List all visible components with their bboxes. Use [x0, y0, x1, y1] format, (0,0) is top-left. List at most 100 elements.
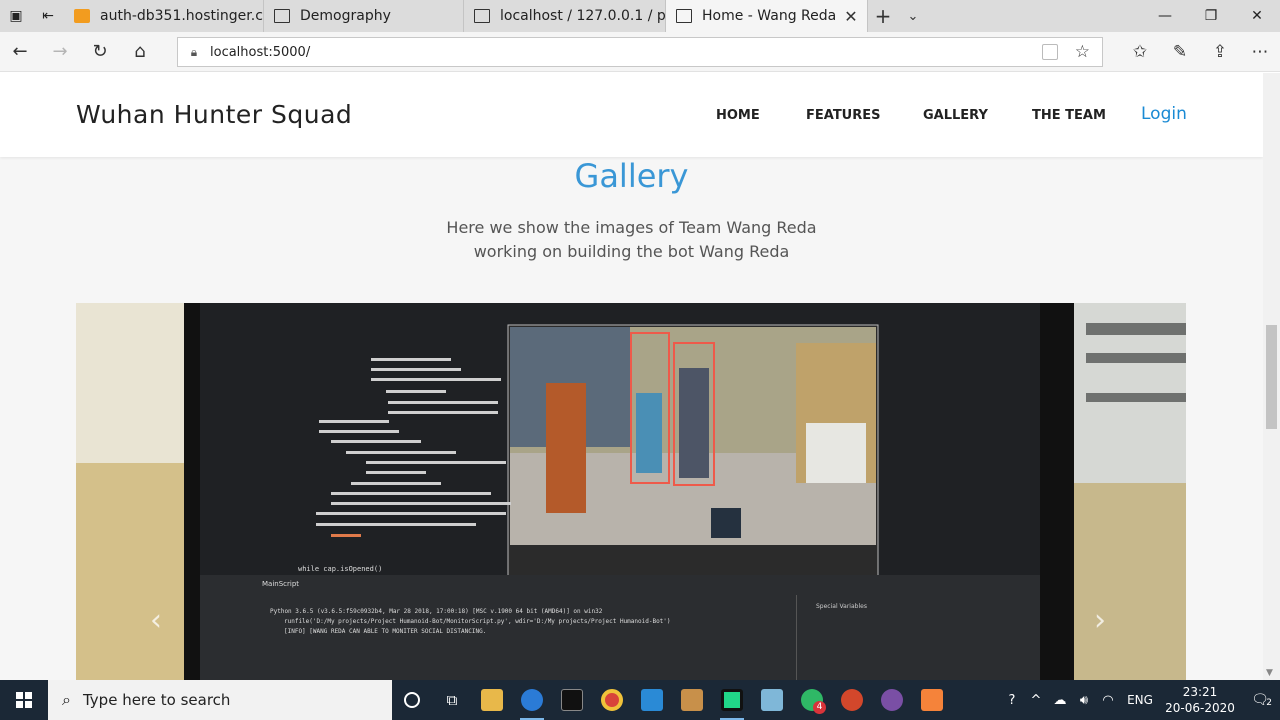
favorites-list-icon[interactable]: ✩ — [1120, 32, 1160, 72]
tab-phpmyadmin[interactable]: localhost / 127.0.0.1 / proje — [464, 0, 666, 32]
photo-person-striped — [679, 368, 709, 478]
new-tab-icon[interactable]: + — [868, 4, 898, 28]
forward-arrow-icon[interactable]: → — [40, 32, 80, 72]
photo-console-line: runfile('D:/My projects/Project Humanoid… — [284, 618, 671, 625]
terminal-icon[interactable] — [552, 680, 592, 720]
photo-code-line — [388, 401, 498, 404]
tab-actions-icon[interactable]: ▣ — [0, 0, 32, 32]
photo-code-line — [316, 523, 476, 526]
browser-right-tools: ✩ ✎ ⇪ ⋯ — [1120, 32, 1280, 72]
favorite-star-icon[interactable]: ☆ — [1075, 42, 1090, 62]
page-viewport: Wuhan Hunter Squad HOME FEATURES GALLERY… — [0, 73, 1280, 680]
photo-chair — [806, 423, 866, 483]
clock-time: 23:21 — [1182, 685, 1218, 699]
photo-console-tab: MainScript — [262, 580, 299, 588]
photo-code-line — [319, 420, 389, 423]
lock-icon[interactable]: 🔒︎ — [178, 45, 210, 60]
chrome-icon[interactable] — [592, 680, 632, 720]
site-header: Wuhan Hunter Squad HOME FEATURES GALLERY… — [0, 73, 1263, 157]
nav-gallery[interactable]: GALLERY — [923, 108, 988, 123]
show-hidden-icons-icon[interactable]: ^ — [1024, 693, 1048, 708]
file-explorer-icon[interactable] — [472, 680, 512, 720]
vscode-icon[interactable] — [632, 680, 672, 720]
package-icon[interactable] — [672, 680, 712, 720]
wifi-icon[interactable]: ◠ — [1096, 693, 1120, 708]
photo-code-line — [346, 451, 456, 454]
photo-code-line — [366, 471, 426, 474]
windows-taskbar: ⌕ Type here to search ⧉ 4 ? ^ ☁ 🔊︎ ◠ ENG… — [0, 680, 1280, 720]
share-icon[interactable]: ⇪ — [1200, 32, 1240, 72]
photo-code-line — [351, 482, 441, 485]
github-icon[interactable] — [872, 680, 912, 720]
restore-icon[interactable]: ❐ — [1188, 0, 1234, 32]
xampp-icon[interactable] — [912, 680, 952, 720]
clock-date: 20-06-2020 — [1165, 701, 1235, 715]
powerpoint-icon[interactable] — [832, 680, 872, 720]
tab-title: Demography — [300, 8, 391, 24]
photo-blind — [1086, 393, 1186, 402]
taskbar-search[interactable]: ⌕ Type here to search — [48, 680, 392, 720]
tab-demography[interactable]: Demography — [264, 0, 464, 32]
photo-console-line: Python 3.6.5 (v3.6.5:f59c0932b4, Mar 28 … — [270, 608, 603, 615]
notification-center-icon[interactable]: 🗨︎ 2 — [1240, 692, 1280, 708]
carousel-next-icon[interactable]: › — [1094, 603, 1106, 638]
close-tab-icon[interactable]: ✕ — [836, 7, 857, 26]
page-icon — [474, 9, 490, 23]
chevron-down-icon[interactable]: ⌄ — [898, 9, 928, 24]
photo-blind — [1086, 323, 1186, 335]
onedrive-icon[interactable]: ☁ — [1048, 693, 1072, 708]
photo-code-line — [388, 411, 498, 414]
photo-code-line — [371, 368, 461, 371]
start-button[interactable] — [0, 680, 48, 720]
page-scrollbar[interactable]: ▼ — [1263, 73, 1280, 680]
reading-view-icon[interactable] — [1042, 44, 1058, 60]
notes-icon[interactable] — [752, 680, 792, 720]
login-link[interactable]: Login — [1141, 104, 1187, 124]
more-options-icon[interactable]: ⋯ — [1240, 32, 1280, 72]
browser-toolbar: ← → ↻ ⌂ 🔒︎ localhost:5000/ ☆ ✩ ✎ ⇪ ⋯ — [0, 32, 1280, 72]
scrollbar-thumb[interactable] — [1266, 325, 1277, 429]
edge-browser-icon[interactable] — [512, 680, 552, 720]
scroll-down-icon[interactable]: ▼ — [1266, 668, 1273, 678]
pycharm-icon[interactable] — [712, 680, 752, 720]
cortana-icon[interactable] — [392, 680, 432, 720]
whatsapp-icon[interactable]: 4 — [792, 680, 832, 720]
site-brand[interactable]: Wuhan Hunter Squad — [76, 100, 352, 129]
home-icon[interactable]: ⌂ — [120, 32, 160, 72]
minimize-icon[interactable]: — — [1142, 0, 1188, 32]
task-view-icon[interactable]: ⧉ — [432, 680, 472, 720]
photo-wall-right — [1066, 483, 1186, 680]
nav-features[interactable]: FEATURES — [806, 108, 881, 123]
windows-logo-icon — [16, 692, 32, 708]
photo-code-line — [331, 492, 491, 495]
pen-icon[interactable]: ✎ — [1160, 32, 1200, 72]
back-arrow-icon[interactable]: ← — [0, 32, 40, 72]
app-badge: 4 — [813, 701, 826, 714]
language-indicator[interactable]: ENG — [1120, 693, 1160, 707]
carousel-prev-icon[interactable]: ‹ — [150, 603, 162, 638]
set-aside-tabs-icon[interactable]: ⇤ — [32, 0, 64, 32]
address-text[interactable]: localhost:5000/ — [210, 45, 310, 60]
clock[interactable]: 23:21 20-06-2020 — [1160, 684, 1240, 716]
photo-object — [711, 508, 741, 538]
photo-blind — [1086, 353, 1186, 363]
volume-icon[interactable]: 🔊︎ — [1072, 693, 1096, 708]
refresh-icon[interactable]: ↻ — [80, 32, 120, 72]
page-icon — [676, 9, 692, 23]
photo-code-loop: while cap.isOpened() — [298, 565, 382, 573]
page-icon — [274, 9, 290, 23]
gallery-description: Here we show the images of Team Wang Red… — [0, 216, 1263, 264]
search-placeholder[interactable]: Type here to search — [83, 691, 230, 709]
nav-home[interactable]: HOME — [716, 108, 760, 123]
photo-code-line — [331, 440, 421, 443]
tab-title: auth-db351.hostinger.com / — [100, 8, 263, 24]
photo-special-vars: Special Variables — [816, 603, 867, 610]
help-icon[interactable]: ? — [1000, 693, 1024, 708]
close-window-icon[interactable]: ✕ — [1234, 0, 1280, 32]
photo-code-line — [371, 378, 501, 381]
address-bar[interactable]: 🔒︎ localhost:5000/ ☆ — [177, 37, 1103, 67]
nav-the-team[interactable]: THE TEAM — [1032, 108, 1106, 123]
tab-home-wang-reda[interactable]: Home - Wang Reda ✕ — [666, 0, 868, 32]
tab-hostinger[interactable]: auth-db351.hostinger.com / — [64, 0, 264, 32]
gallery-carousel[interactable]: while cap.isOpened() MainScript Python 3… — [76, 303, 1186, 680]
